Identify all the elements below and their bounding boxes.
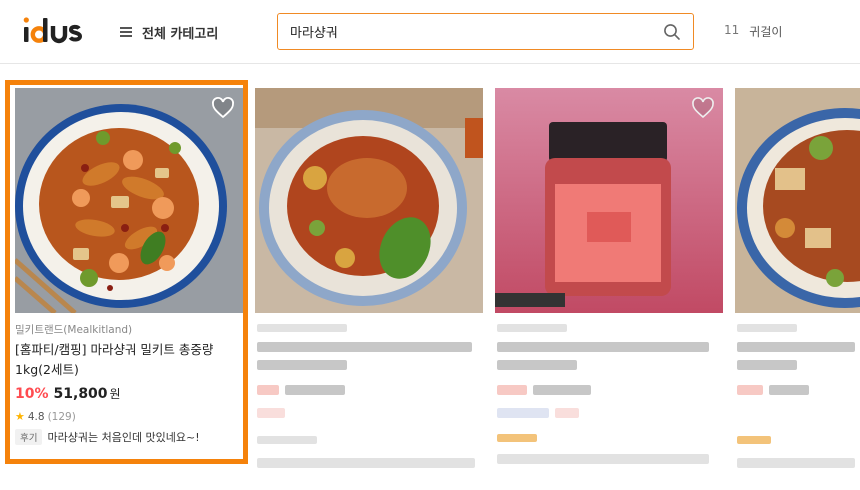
blurred-rating	[737, 436, 771, 444]
all-categories-label: 전체 카테고리	[142, 26, 219, 42]
blurred-seller	[257, 324, 347, 332]
blurred-title	[257, 360, 347, 370]
heart-icon[interactable]	[691, 96, 715, 120]
product-card[interactable]	[735, 88, 860, 468]
blurred-review	[497, 454, 709, 464]
blurred-seller	[737, 324, 797, 332]
price: 51,800	[53, 386, 108, 402]
review-text: 마라샹궈는 처음인데 맛있네요~!	[47, 431, 200, 444]
trending-keyword-text: 귀걸이	[749, 25, 783, 39]
product-card[interactable]: 밀키트랜드(Mealkitland) [홈파티/캠핑] 마라샹궈 밀키트 총중량…	[15, 88, 243, 468]
product-image[interactable]	[15, 88, 243, 313]
product-image[interactable]	[495, 88, 723, 313]
discount-rate: 10%	[15, 386, 49, 402]
blurred-review	[257, 458, 475, 468]
blurred-discount	[737, 385, 763, 395]
review-preview[interactable]: 후기 마라샹궈는 처음인데 맛있네요~!	[15, 429, 243, 445]
blurred-badge	[497, 408, 549, 418]
heart-icon[interactable]	[211, 96, 235, 120]
product-info: 밀키트랜드(Mealkitland) [홈파티/캠핑] 마라샹궈 밀키트 총중량…	[15, 322, 243, 445]
blurred-badge	[555, 408, 579, 418]
seller-name[interactable]: 밀키트랜드(Mealkitland)	[15, 322, 243, 337]
product-card[interactable]	[495, 88, 723, 468]
blurred-discount	[497, 385, 527, 395]
blurred-price	[533, 385, 591, 395]
currency: 원	[109, 387, 121, 401]
blurred-badge	[257, 408, 285, 418]
product-title[interactable]: [홈파티/캠핑] 마라샹궈 밀키트 총중량 1kg(2세트)	[15, 340, 243, 380]
idus-logo[interactable]: idus	[22, 14, 94, 46]
rating-row: ★ 4.8 (129)	[15, 410, 243, 423]
logo-text: idus	[22, 14, 25, 15]
blurred-title	[497, 360, 577, 370]
search-bar	[277, 13, 694, 50]
star-icon: ★	[15, 410, 25, 423]
trending-keyword[interactable]: 11 귀걸이	[724, 23, 782, 40]
price-row: 10% 51,800 원	[15, 385, 243, 402]
rating-value: 4.8	[27, 410, 45, 423]
blurred-title	[497, 342, 709, 352]
menu-icon	[120, 27, 132, 37]
search-icon[interactable]	[663, 23, 681, 41]
product-card[interactable]	[255, 88, 483, 468]
blurred-seller	[497, 324, 567, 332]
blurred-rating	[497, 434, 537, 442]
blurred-title	[737, 342, 855, 352]
trending-rank: 11	[724, 23, 740, 37]
blurred-title	[737, 360, 797, 370]
all-categories-button[interactable]: 전체 카테고리	[120, 20, 218, 44]
blurred-title	[257, 342, 472, 352]
blurred-discount	[257, 385, 279, 395]
review-count: (129)	[47, 410, 76, 423]
product-image[interactable]	[255, 88, 483, 313]
product-image[interactable]	[735, 88, 860, 313]
header: idus 전체 카테고리 11 귀걸이	[0, 0, 860, 64]
blurred-price	[285, 385, 345, 395]
blurred-review	[737, 458, 855, 468]
search-input[interactable]	[290, 14, 650, 48]
review-tag: 후기	[15, 429, 43, 445]
blurred-rating	[257, 436, 317, 444]
blurred-price	[769, 385, 809, 395]
